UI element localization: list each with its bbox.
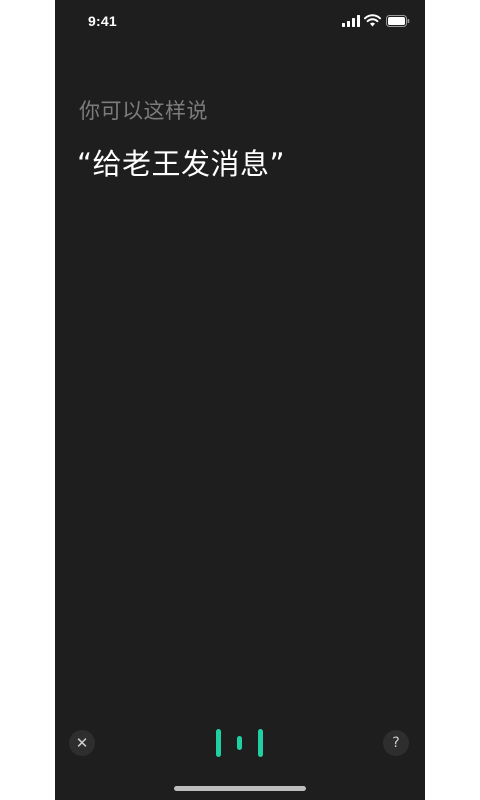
voice-wave-icon[interactable] — [211, 726, 269, 760]
close-icon: ✕ — [75, 734, 89, 752]
hint-text: 你可以这样说 — [79, 99, 208, 123]
status-time: 9:41 — [88, 13, 117, 29]
wifi-icon — [364, 14, 381, 27]
help-button[interactable]: ? — [383, 730, 409, 756]
voice-bar — [216, 729, 221, 757]
signal-icon — [342, 15, 360, 27]
voice-bar — [237, 736, 242, 750]
battery-icon — [386, 15, 410, 27]
close-button[interactable]: ✕ — [69, 730, 95, 756]
voice-assistant-screen: 9:41 你可以这样说 “给老王发消息” ✕ ? — [55, 0, 425, 800]
voice-bar — [258, 729, 263, 757]
example-command: “给老王发消息” — [77, 147, 286, 181]
status-bar: 9:41 — [55, 0, 425, 44]
home-indicator[interactable] — [174, 786, 306, 791]
help-icon: ? — [392, 735, 400, 751]
